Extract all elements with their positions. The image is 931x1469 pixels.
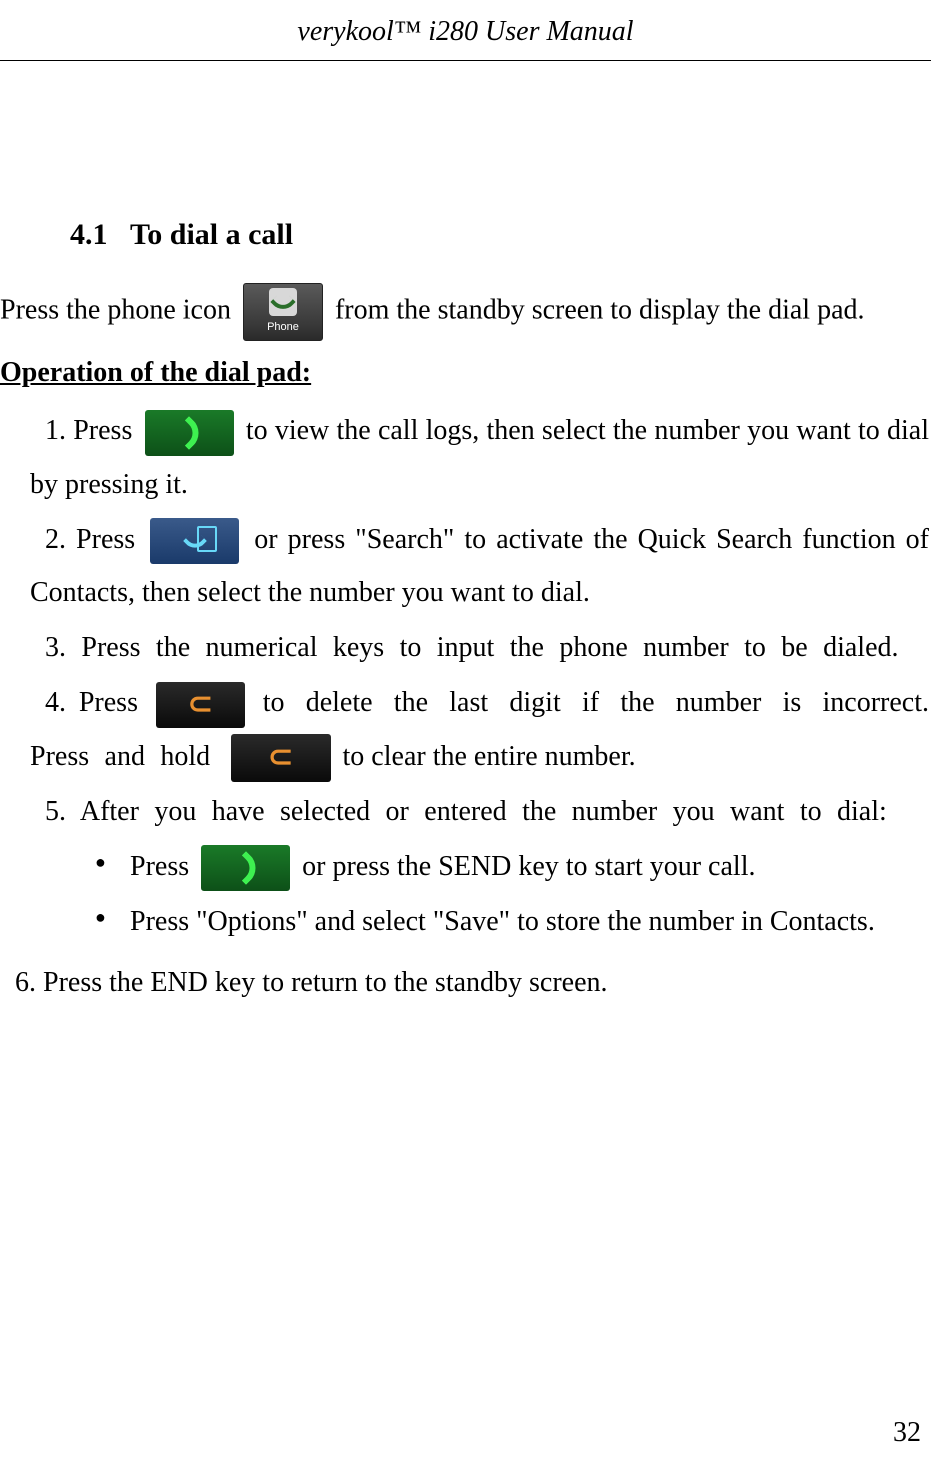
document-header: verykool™ i280 User Manual	[0, 0, 931, 61]
bullet-1: Press or press the SEND key to start you…	[95, 840, 929, 893]
step-4-prefix: 4. Press	[45, 687, 151, 718]
call-icon	[145, 410, 234, 456]
intro-text-2: from the standby screen to display the d…	[335, 295, 865, 326]
step-3: 3. Press the numerical keys to input the…	[30, 621, 929, 674]
section-heading: 4.1 To dial a call	[70, 206, 929, 263]
step-5: 5. After you have selected or entered th…	[30, 785, 929, 838]
page-number: 32	[893, 1406, 921, 1459]
bullet-1-suffix: or press the SEND key to start your call…	[302, 851, 755, 882]
call-icon-2	[201, 845, 290, 891]
section-number: 4.1	[70, 218, 108, 251]
phone-app-icon: Phone	[243, 283, 323, 341]
intro-text-1: Press the phone icon	[0, 295, 238, 326]
section-title: To dial a call	[130, 218, 293, 251]
header-title: verykool™ i280 User Manual	[297, 16, 633, 47]
step-1: 1. Press to view the call logs, then sel…	[30, 404, 929, 510]
intro-paragraph: Press the phone icon Phone from the stan…	[0, 283, 929, 341]
step-4: 4. Press to delete the last digit if the…	[30, 676, 929, 782]
backspace-icon	[156, 682, 245, 728]
operation-heading: Operation of the dial pad:	[0, 346, 929, 399]
step-4-suffix: to clear the entire number.	[343, 741, 636, 772]
phone-app-label: Phone	[244, 317, 322, 338]
bullet-1-prefix: Press	[130, 851, 196, 882]
step-2: 2. Press or press "Search" to activate t…	[30, 513, 929, 619]
contacts-icon	[150, 518, 239, 564]
step-2-prefix: 2. Press	[45, 524, 145, 555]
bullet-2: Press "Options" and select "Save" to sto…	[95, 895, 929, 948]
step-6: 6. Press the END key to return to the st…	[15, 956, 929, 1009]
backspace-icon-2	[231, 734, 331, 782]
step-1-prefix: 1. Press	[45, 415, 140, 446]
bullet-list: Press or press the SEND key to start you…	[95, 840, 929, 948]
document-content: 4.1 To dial a call Press the phone icon …	[0, 206, 931, 1009]
